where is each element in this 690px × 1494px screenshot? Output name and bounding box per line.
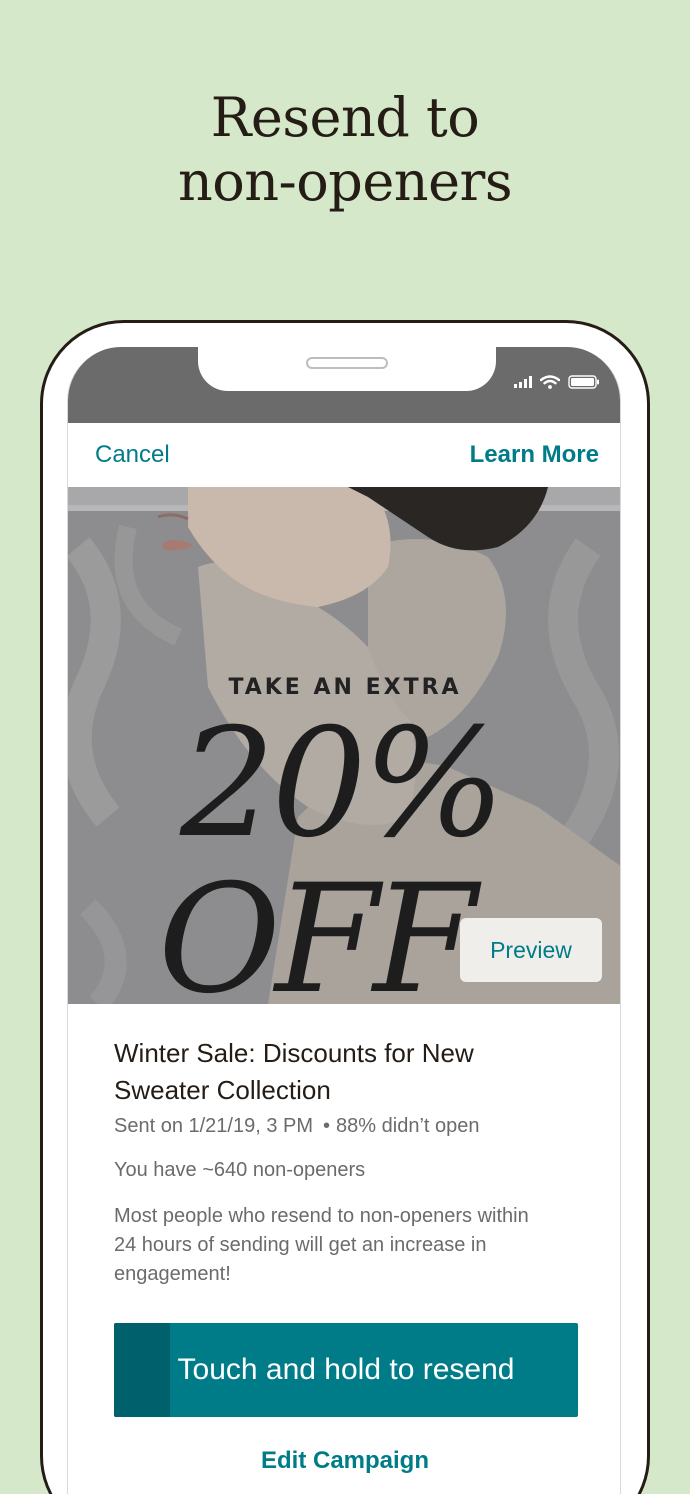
campaign-meta: Sent on 1/21/19, 3 PM • 88% didn’t open bbox=[114, 1115, 480, 1138]
edit-campaign-link[interactable]: Edit Campaign bbox=[68, 1447, 620, 1475]
phone-notch bbox=[198, 347, 496, 391]
nonopeners-count: You have ~640 non-openers bbox=[114, 1159, 366, 1181]
page-headline: Resend to non-openers bbox=[0, 86, 690, 214]
battery-icon bbox=[568, 375, 599, 389]
resend-button[interactable]: Touch and hold to resend bbox=[114, 1323, 578, 1417]
engagement-hint: Most people who resend to non-openers wi… bbox=[114, 1205, 529, 1285]
sent-date: Sent on 1/21/19, 3 PM bbox=[114, 1115, 314, 1137]
preview-button[interactable]: Preview bbox=[460, 918, 602, 982]
status-bar bbox=[68, 347, 620, 423]
hero-off-text: OFF bbox=[158, 853, 477, 1004]
navigation-bar: Cancel Learn More bbox=[68, 423, 620, 487]
hero-discount: 20% bbox=[180, 697, 505, 871]
resend-button-label: Touch and hold to resend bbox=[177, 1353, 515, 1386]
learn-more-link[interactable]: Learn More bbox=[470, 441, 599, 469]
headline-line-1: Resend to bbox=[210, 86, 480, 149]
cancel-button[interactable]: Cancel bbox=[95, 441, 170, 469]
wifi-icon bbox=[540, 375, 560, 389]
headline-line-2: non-openers bbox=[177, 150, 513, 213]
open-stat: 88% didn’t open bbox=[336, 1115, 480, 1137]
separator-dot: • bbox=[323, 1115, 331, 1137]
phone-screen: Cancel Learn More TAKE AN EXTRA 20% OFF … bbox=[67, 347, 621, 1494]
status-icons bbox=[514, 375, 600, 389]
cellular-signal-icon bbox=[514, 376, 532, 388]
speaker-grille bbox=[306, 357, 388, 369]
campaign-hero-image: TAKE AN EXTRA 20% OFF Preview bbox=[68, 487, 620, 1004]
campaign-title: Winter Sale: Discounts for New Sweater C… bbox=[114, 1038, 474, 1105]
